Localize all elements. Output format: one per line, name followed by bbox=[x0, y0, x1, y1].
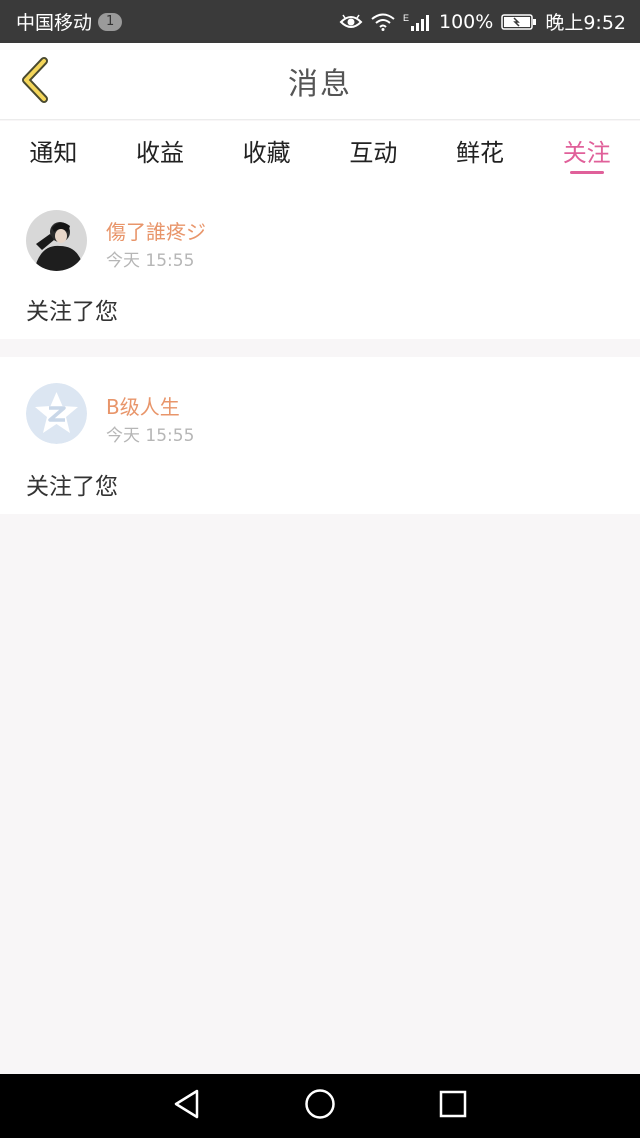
timestamp: 今天 15:55 bbox=[106, 426, 195, 446]
clock: 晚上9:52 bbox=[545, 12, 626, 34]
network-type-label: E bbox=[403, 13, 409, 23]
eye-icon bbox=[339, 13, 363, 31]
tab-bar: 通知 收益 收藏 互动 鲜花 关注 bbox=[0, 121, 640, 180]
tab-earnings[interactable]: 收益 bbox=[107, 121, 214, 180]
avatar[interactable] bbox=[26, 210, 87, 271]
nav-recents-button[interactable] bbox=[423, 1076, 483, 1136]
signal-icon: E bbox=[403, 12, 431, 32]
notification-badge: 1 bbox=[98, 12, 123, 31]
status-bar-right: E 100% 晚上9:52 bbox=[339, 8, 626, 35]
battery-percent: 100% bbox=[439, 10, 494, 33]
wifi-icon bbox=[371, 13, 395, 31]
status-bar-left: 中国移动 1 bbox=[16, 8, 123, 35]
tab-favorites[interactable]: 收藏 bbox=[213, 121, 320, 180]
app-header: 消息 bbox=[0, 43, 640, 120]
carrier-name: 中国移动 bbox=[16, 12, 93, 34]
recents-square-icon bbox=[438, 1089, 468, 1123]
message-item[interactable]: 傷了誰疼ジ 今天 15:55 关注了您 bbox=[0, 180, 640, 339]
timestamp: 今天 15:55 bbox=[106, 251, 195, 271]
tab-follows[interactable]: 关注 bbox=[533, 121, 640, 180]
chevron-left-icon bbox=[18, 57, 50, 107]
back-triangle-icon bbox=[172, 1088, 202, 1124]
message-text: 关注了您 bbox=[26, 299, 118, 325]
nav-back-button[interactable] bbox=[157, 1076, 217, 1136]
navigation-bar bbox=[0, 1074, 640, 1138]
nav-home-button[interactable] bbox=[290, 1076, 350, 1136]
avatar[interactable] bbox=[26, 383, 87, 444]
username[interactable]: 傷了誰疼ジ bbox=[106, 216, 206, 245]
tab-label: 通知 bbox=[29, 139, 78, 167]
back-button[interactable] bbox=[14, 57, 54, 107]
tab-label: 收益 bbox=[136, 139, 184, 167]
tab-label: 收藏 bbox=[242, 139, 291, 167]
page-title: 消息 bbox=[288, 67, 352, 102]
tab-label: 关注 bbox=[562, 139, 611, 167]
message-text: 关注了您 bbox=[26, 474, 118, 500]
home-circle-icon bbox=[304, 1088, 336, 1124]
user-photo-avatar bbox=[26, 210, 87, 271]
tab-notifications[interactable]: 通知 bbox=[0, 121, 107, 180]
tab-label: 鲜花 bbox=[456, 139, 505, 167]
battery-icon bbox=[501, 13, 537, 31]
username[interactable]: B级人生 bbox=[106, 391, 180, 420]
active-tab-indicator bbox=[569, 171, 604, 174]
tab-flowers[interactable]: 鲜花 bbox=[427, 121, 534, 180]
qzone-star-icon bbox=[26, 383, 87, 444]
message-item[interactable]: B级人生 今天 15:55 关注了您 bbox=[0, 357, 640, 514]
tab-label: 互动 bbox=[349, 139, 398, 167]
status-bar: 中国移动 1 E 100% 晚上9:52 bbox=[0, 0, 640, 43]
tab-interactions[interactable]: 互动 bbox=[320, 121, 427, 180]
